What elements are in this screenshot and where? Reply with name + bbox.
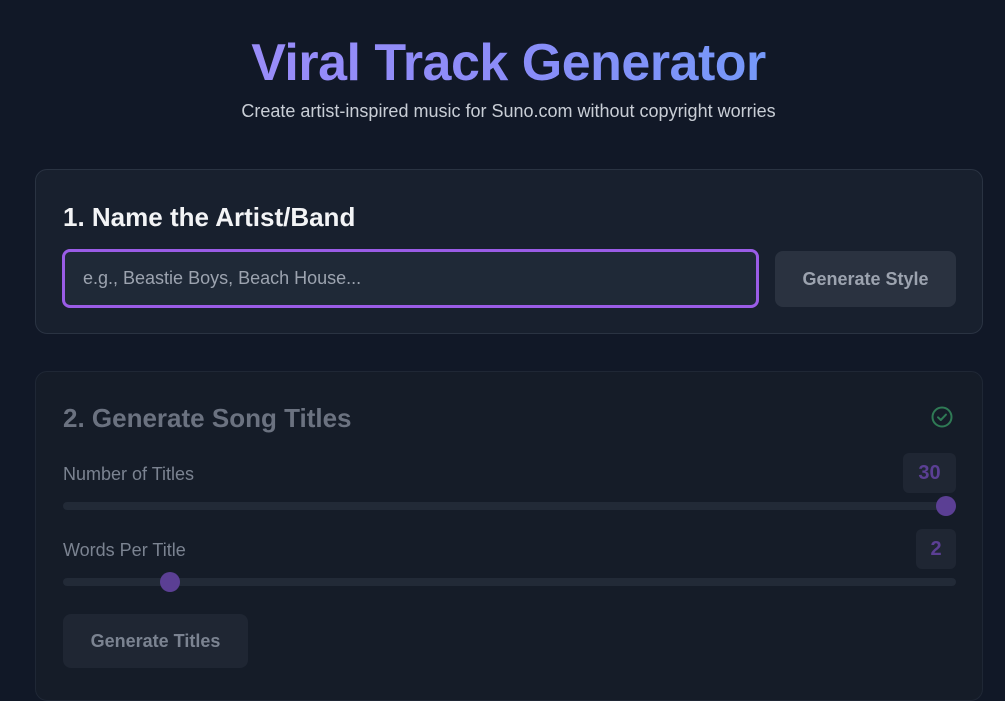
number-of-titles-value: 30: [903, 453, 956, 493]
words-per-title-slider[interactable]: [63, 572, 956, 592]
artist-step-card: 1. Name the Artist/Band Generate Style: [35, 169, 983, 334]
page-subtitle: Create artist-inspired music for Suno.co…: [241, 101, 776, 121]
number-of-titles-slider[interactable]: [63, 496, 956, 516]
titles-step-card: 2. Generate Song Titles Number of Titles…: [35, 371, 983, 701]
titles-step-heading: 2. Generate Song Titles: [63, 403, 352, 433]
artist-step-heading: 1. Name the Artist/Band: [63, 202, 356, 232]
words-per-title-value: 2: [916, 529, 956, 569]
number-of-titles-slider-thumb[interactable]: [936, 496, 956, 516]
page-title: Viral Track Generator: [0, 32, 1005, 94]
artist-name-input[interactable]: [62, 249, 759, 308]
check-circle-icon: [931, 406, 953, 428]
words-per-title-label: Words Per Title: [63, 540, 186, 560]
number-of-titles-label: Number of Titles: [63, 464, 195, 484]
words-per-title-slider-thumb[interactable]: [160, 572, 181, 592]
generate-style-button[interactable]: Generate Style: [775, 251, 956, 307]
generate-titles-button[interactable]: Generate Titles: [63, 614, 248, 668]
